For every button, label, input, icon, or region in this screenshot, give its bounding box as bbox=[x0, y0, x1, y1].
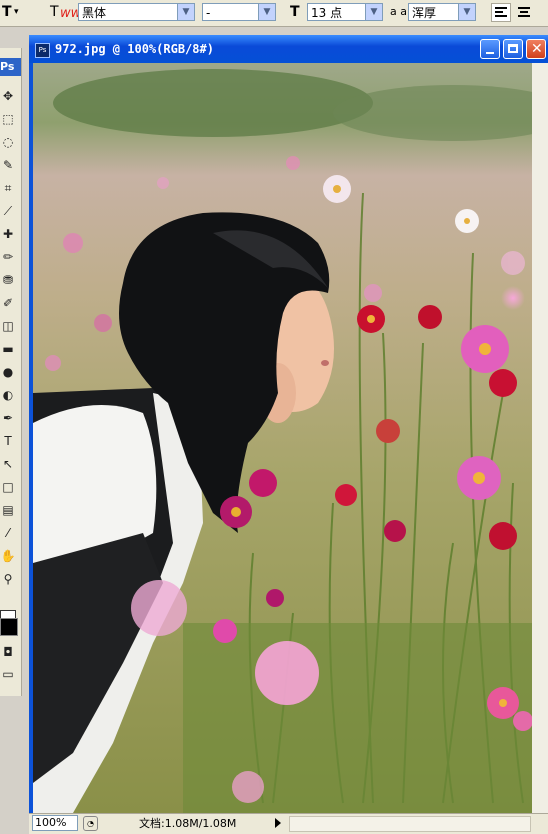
photoshop-doc-icon: Ps bbox=[35, 43, 50, 58]
chevron-down-icon[interactable]: ▾ bbox=[14, 2, 19, 22]
toolbox: Ps ✥ ⬚ ◌ ✎ ⌗ ⟋ ✚ ✏ ⛃ ✐ ◫ ▬ ● ◐ ✒ T ↖ □ ▤ ⁄ ✋ ⚲ ◘ ▭ bbox=[0, 48, 22, 696]
type-tool-icon[interactable]: T bbox=[0, 433, 16, 449]
font-family-value: 黑体 bbox=[82, 6, 107, 20]
document-title-bar[interactable]: Ps 972.jpg @ 100%(RGB/8#) ✕ bbox=[29, 35, 548, 63]
marquee-tool-icon[interactable]: ⬚ bbox=[0, 111, 16, 127]
anti-alias-value: 浑厚 bbox=[412, 6, 437, 20]
chevron-down-icon: ▼ bbox=[177, 4, 194, 20]
toolbox-header[interactable]: Ps bbox=[0, 58, 21, 76]
font-style-value: - bbox=[206, 6, 211, 20]
dodge-tool-icon[interactable]: ◐ bbox=[0, 387, 16, 403]
notes-tool-icon[interactable]: ▤ bbox=[0, 502, 16, 518]
options-bar: T ▾ T www.it55.com 黑体 ▼ - ▼ T 13 点 ▼ a a… bbox=[0, 0, 548, 27]
eraser-tool-icon[interactable]: ◫ bbox=[0, 318, 16, 334]
blur-tool-icon[interactable]: ● bbox=[0, 364, 16, 380]
status-menu-arrow-icon[interactable] bbox=[275, 818, 281, 828]
healing-brush-icon[interactable]: ✚ bbox=[0, 226, 16, 242]
close-icon: ✕ bbox=[531, 41, 543, 57]
path-select-icon[interactable]: ↖ bbox=[0, 456, 16, 472]
magic-wand-tool-icon[interactable]: ✎ bbox=[0, 157, 16, 173]
eyedropper-tool-icon[interactable]: ⁄ bbox=[0, 525, 16, 541]
maximize-button[interactable] bbox=[503, 39, 523, 59]
foreground-color-swatch[interactable] bbox=[0, 618, 18, 636]
font-size-icon: T bbox=[290, 4, 300, 20]
move-tool-icon[interactable]: ✥ bbox=[0, 88, 16, 104]
crop-tool-icon[interactable]: ⌗ bbox=[0, 180, 16, 196]
zoom-field[interactable]: 100% bbox=[32, 815, 78, 831]
maximize-icon bbox=[508, 44, 518, 53]
horizontal-scrollbar[interactable] bbox=[289, 816, 531, 832]
status-bar: 100% ◔ 文档:1.08M/1.08M bbox=[29, 813, 548, 834]
zoom-tool-icon[interactable]: ⚲ bbox=[0, 571, 16, 587]
chevron-down-icon: ▼ bbox=[258, 4, 275, 20]
font-size-select[interactable]: 13 点 ▼ bbox=[307, 3, 383, 21]
type-tool-preset-icon[interactable]: T bbox=[2, 2, 12, 22]
align-center-button[interactable] bbox=[514, 3, 534, 22]
chevron-down-icon: ▼ bbox=[458, 4, 475, 20]
font-style-select[interactable]: - ▼ bbox=[202, 3, 276, 21]
anti-alias-icon: a a bbox=[390, 5, 407, 18]
text-orientation-icon[interactable]: T bbox=[50, 2, 59, 22]
quick-mask-icon[interactable]: ◘ bbox=[0, 644, 16, 660]
minimize-button[interactable] bbox=[480, 39, 500, 59]
align-left-button[interactable] bbox=[491, 3, 511, 22]
pen-tool-icon[interactable]: ✒ bbox=[0, 410, 16, 426]
font-size-value: 13 点 bbox=[311, 6, 343, 20]
screen-mode-icon[interactable]: ▭ bbox=[0, 666, 16, 682]
chevron-down-icon: ▼ bbox=[365, 4, 382, 20]
document-title: 972.jpg @ 100%(RGB/8#) bbox=[55, 42, 214, 56]
font-family-select[interactable]: 黑体 ▼ bbox=[78, 3, 195, 21]
close-button[interactable]: ✕ bbox=[526, 39, 546, 59]
slice-tool-icon[interactable]: ⟋ bbox=[0, 203, 16, 219]
brush-tool-icon[interactable]: ✏ bbox=[0, 249, 16, 265]
document-window: Ps 972.jpg @ 100%(RGB/8#) ✕ 100% ◔ 文档:1.… bbox=[29, 35, 548, 834]
history-brush-icon[interactable]: ✐ bbox=[0, 295, 16, 311]
stamp-tool-icon[interactable]: ⛃ bbox=[0, 272, 16, 288]
photo-woman-in-flower-field bbox=[33, 63, 532, 813]
status-preview-icon[interactable]: ◔ bbox=[83, 816, 98, 831]
anti-alias-select[interactable]: 浑厚 ▼ bbox=[408, 3, 476, 21]
shape-tool-icon[interactable]: □ bbox=[0, 479, 16, 495]
document-size-info: 文档:1.08M/1.08M bbox=[139, 817, 237, 830]
minimize-icon bbox=[486, 52, 494, 54]
document-canvas[interactable] bbox=[33, 63, 532, 813]
hand-tool-icon[interactable]: ✋ bbox=[0, 548, 16, 564]
gradient-tool-icon[interactable]: ▬ bbox=[0, 341, 16, 357]
vertical-scrollbar[interactable] bbox=[532, 63, 548, 813]
lasso-tool-icon[interactable]: ◌ bbox=[0, 134, 16, 150]
